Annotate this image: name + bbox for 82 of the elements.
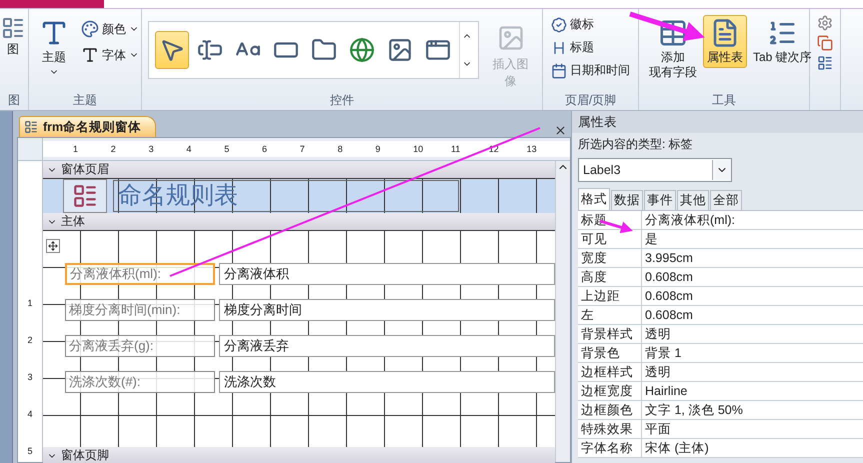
group-label: 工具 [711,92,737,109]
list-icon [817,55,833,71]
property-name: 边框宽度 [578,382,642,401]
property-tab[interactable]: 其他 [677,190,709,210]
selection-type-text: 所选内容的类型: 标签 [578,136,694,153]
property-name: 高度 [578,268,642,287]
form-logo-icon [63,179,107,213]
close-button[interactable] [554,124,567,137]
object-dropdown[interactable]: Label3 [578,158,732,182]
copy-icon [817,35,833,51]
move-handle-icon[interactable] [46,239,60,253]
property-value[interactable]: 背景 1 [642,344,863,363]
section-title: 窗体页眉 [61,161,109,178]
picture-icon [387,37,413,63]
table-icon [658,18,688,48]
property-name: 字体名称 [578,439,642,458]
gallery-item[interactable] [155,31,189,69]
property-name: 边框颜色 [578,401,642,420]
section-title: 主体 [61,213,85,230]
group-label: 图 [7,92,21,109]
settings-icon [817,15,833,31]
property-name: 背景样式 [578,325,642,344]
form-view-icon [1,16,25,40]
property-value[interactable]: 0.608cm [642,268,863,287]
group-label: 控件 [329,92,355,109]
section-bar[interactable]: 窗体页眉 [43,161,555,179]
property-value[interactable]: 文字 1, 淡色 50% [642,401,863,420]
ribbon-button[interactable]: 日期和时间 [549,61,632,80]
property-value[interactable]: 宋体 (主体) [642,439,863,458]
label-control[interactable]: 分离液体积(ml): [65,263,215,285]
property-value[interactable]: 平面 [642,420,863,439]
property-name: 特殊效果 [578,420,642,439]
text-icon [81,46,99,64]
label-control[interactable]: 洗涤次数(#): [65,371,215,393]
picture-icon [496,24,524,52]
ribbon-button[interactable]: 属性表 [703,15,747,68]
text-box-control[interactable]: 洗涤次数 [219,371,555,393]
property-value[interactable]: 0.608cm [642,287,863,306]
ribbon-button[interactable]: 徽标 [549,15,632,34]
form-icon [24,120,38,134]
group-label: 页眉/页脚 [564,92,618,109]
section-bar[interactable]: 窗体页脚 [43,447,555,463]
globe-icon [349,37,375,63]
group-label: 主题 [72,92,98,109]
section-bar[interactable]: 主体 [43,213,555,231]
property-tab[interactable]: 事件 [644,190,676,210]
ribbon-button[interactable]: 标题 [549,38,632,57]
ribbon-button[interactable]: Tab 键次序 [749,15,816,68]
property-value[interactable]: 透明 [642,325,863,344]
property-name: 上边距 [578,287,642,306]
ribbon-button[interactable]: 添加 现有字段 [645,15,701,83]
property-value[interactable]: Hairline [642,382,863,401]
badge-icon [551,16,567,32]
property-name: 宽度 [578,249,642,268]
calendar-icon [551,62,567,78]
folder-icon [311,37,337,63]
property-value[interactable]: 分离液体积(ml): [642,211,863,230]
theme-button[interactable]: 主题 [35,15,73,80]
ribbon-button[interactable]: 字体 [79,45,141,65]
section-title: 窗体页脚 [61,447,109,463]
property-tab[interactable]: 全部 [710,190,742,210]
property-name: 左 [578,306,642,325]
property-tab[interactable]: 格式 [578,188,610,210]
property-value[interactable]: 是 [642,230,863,249]
palette-icon [81,20,99,38]
panel-title: 属性表 [572,111,863,133]
property-name: 边框样式 [578,363,642,382]
text-box-control[interactable]: 分离液体积 [219,263,555,285]
label-control[interactable]: 分离液丢弃(g): [65,335,215,357]
view-button[interactable]: 图 [0,15,26,58]
property-value[interactable]: 0.608cm [642,306,863,325]
ribbon-button[interactable]: 颜色 [79,19,141,39]
property-value[interactable]: 3.995cm [642,249,863,268]
text-box-control[interactable]: 梯度分离时间 [219,299,555,321]
property-value[interactable]: 透明 [642,363,863,382]
document-tab[interactable]: frm命名规则窗体 [19,116,156,137]
property-tab[interactable]: 数据 [611,190,643,210]
vertical-scrollbar[interactable] [555,161,570,462]
property-name: 背景色 [578,344,642,363]
property-name: 可见 [578,230,642,249]
text-box-control[interactable]: 分离液丢弃 [219,335,555,357]
label-control[interactable]: 梯度分离时间(min): [65,299,215,321]
